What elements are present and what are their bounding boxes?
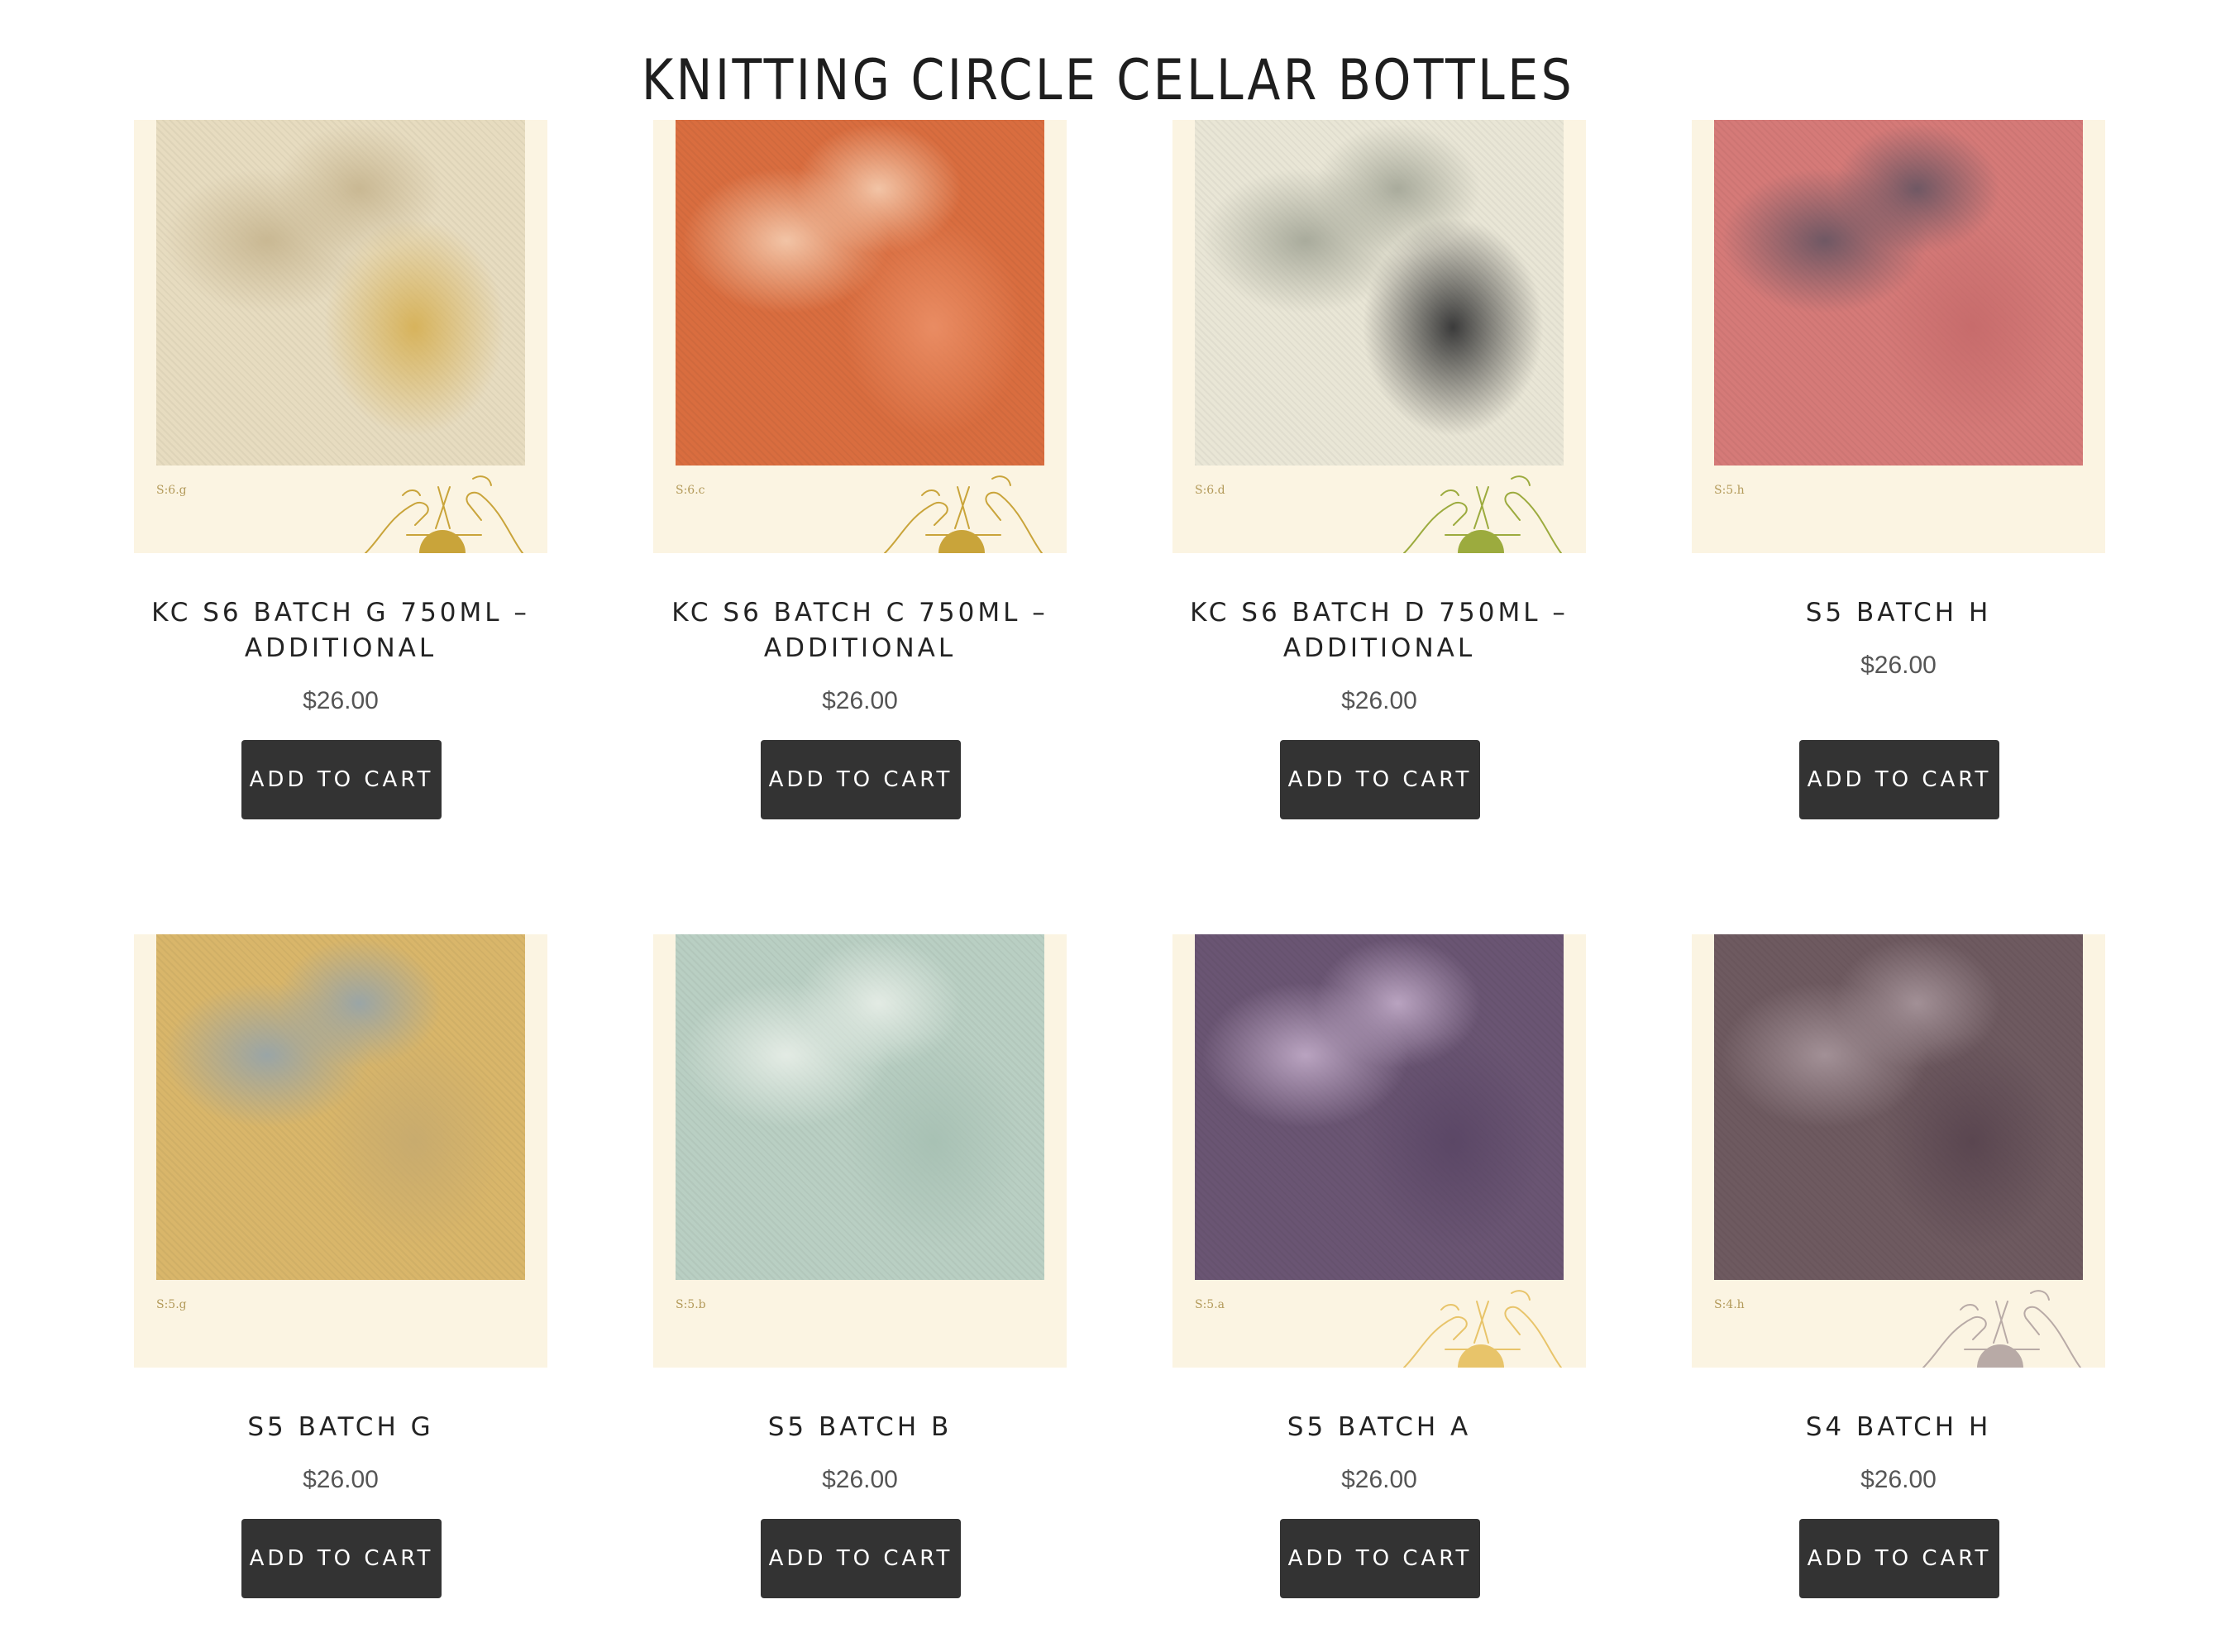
product-price: $26.00 <box>1341 1466 1417 1493</box>
image-code-label: S:5.a <box>1195 1298 1225 1311</box>
add-to-cart-button[interactable]: ADD TO CART <box>761 1519 961 1598</box>
add-to-cart-button[interactable]: ADD TO CART <box>1799 1519 1999 1598</box>
knitting-hands-emblem-icon <box>884 475 1043 553</box>
add-to-cart-button[interactable]: ADD TO CART <box>1280 740 1480 819</box>
add-to-cart-button[interactable]: ADD TO CART <box>1280 1519 1480 1598</box>
add-to-cart-button[interactable]: ADD TO CART <box>241 740 442 819</box>
product-image[interactable]: S:5.h <box>1692 120 2105 553</box>
product-price: $26.00 <box>822 1466 898 1493</box>
product-artwork <box>1714 120 2083 466</box>
knitting-hands-emblem-icon <box>365 475 523 553</box>
knitting-hands-emblem-icon <box>1403 1290 1562 1368</box>
product-grid: S:6.g KC S6 BATCH G 750ML – ADDITIONAL $… <box>0 0 2216 1652</box>
product-name[interactable]: S5 BATCH A <box>1156 1410 1602 1445</box>
product-image[interactable]: S:5.b <box>653 934 1067 1368</box>
product-price: $26.00 <box>822 687 898 714</box>
knitting-hands-emblem-icon <box>1922 1290 2081 1368</box>
product-image[interactable]: S:6.g <box>134 120 547 553</box>
product-image[interactable]: S:6.d <box>1172 120 1586 553</box>
product-image[interactable]: S:5.g <box>134 934 547 1368</box>
product-artwork <box>676 120 1044 466</box>
product-artwork <box>156 934 525 1280</box>
product-name[interactable]: S5 BATCH H <box>1675 595 2122 631</box>
product-name[interactable]: KC S6 BATCH G 750ML – ADDITIONAL <box>117 595 564 666</box>
knitting-hands-emblem-icon <box>1403 475 1562 553</box>
product-image[interactable]: S:5.a <box>1172 934 1586 1368</box>
product-price: $26.00 <box>303 687 379 714</box>
product-artwork <box>676 934 1044 1280</box>
add-to-cart-button[interactable]: ADD TO CART <box>761 740 961 819</box>
add-to-cart-button[interactable]: ADD TO CART <box>241 1519 442 1598</box>
product-artwork <box>1714 934 2083 1280</box>
product-price: $26.00 <box>303 1466 379 1493</box>
product-price: $26.00 <box>1860 1466 1937 1493</box>
product-name[interactable]: KC S6 BATCH C 750ML – ADDITIONAL <box>637 595 1083 666</box>
product-name[interactable]: KC S6 BATCH D 750ML – ADDITIONAL <box>1156 595 1602 666</box>
product-artwork <box>1195 934 1564 1280</box>
image-code-label: S:5.b <box>676 1298 706 1311</box>
image-code-label: S:4.h <box>1714 1298 1745 1311</box>
image-code-label: S:5.g <box>156 1298 187 1311</box>
image-code-label: S:6.c <box>676 484 705 497</box>
product-name[interactable]: S4 BATCH H <box>1675 1410 2122 1445</box>
product-name[interactable]: S5 BATCH G <box>117 1410 564 1445</box>
product-price: $26.00 <box>1860 652 1937 679</box>
product-artwork <box>156 120 525 466</box>
image-code-label: S:5.h <box>1714 484 1745 497</box>
image-code-label: S:6.d <box>1195 484 1225 497</box>
product-image[interactable]: S:6.c <box>653 120 1067 553</box>
product-image[interactable]: S:4.h <box>1692 934 2105 1368</box>
image-code-label: S:6.g <box>156 484 187 497</box>
product-price: $26.00 <box>1341 687 1417 714</box>
product-artwork <box>1195 120 1564 466</box>
add-to-cart-button[interactable]: ADD TO CART <box>1799 740 1999 819</box>
product-name[interactable]: S5 BATCH B <box>637 1410 1083 1445</box>
